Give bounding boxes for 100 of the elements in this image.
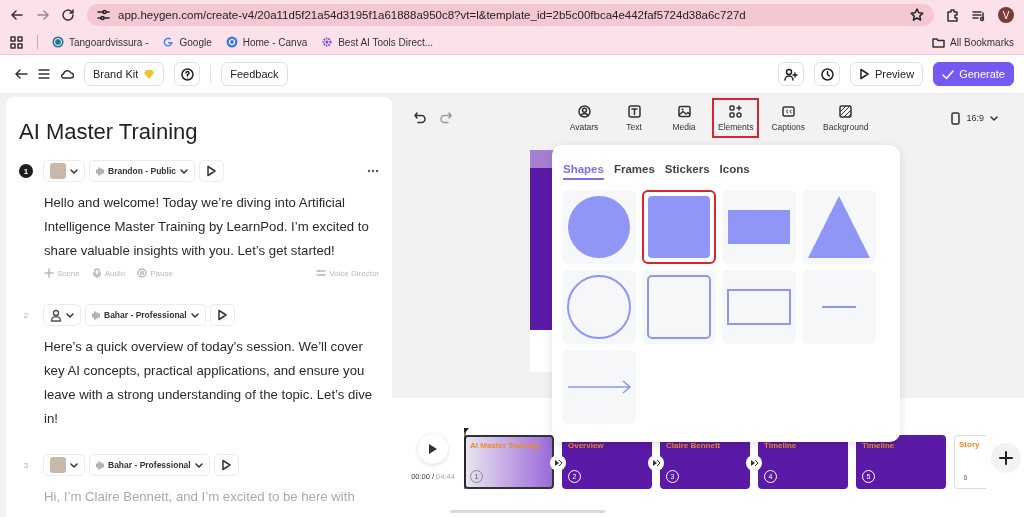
play-scene-button[interactable] [209, 304, 235, 326]
back-icon[interactable] [10, 9, 24, 21]
filled-square-icon [647, 195, 711, 259]
bookmark-link[interactable]: Tangoardvissura - [52, 36, 149, 48]
chevron-down-icon [70, 168, 78, 174]
back-arrow-icon[interactable] [14, 68, 28, 80]
bookmarks-folder[interactable]: All Bookmarks [932, 36, 1014, 48]
scene-number: 1 [19, 164, 33, 178]
preview-button[interactable]: Preview [850, 62, 924, 86]
play-icon [859, 68, 870, 80]
invite-button[interactable] [778, 62, 804, 86]
rectangle-outline-icon [727, 289, 791, 325]
play-scene-button[interactable] [199, 160, 224, 182]
filled-circle-icon [567, 195, 631, 259]
shapes-icon [729, 104, 743, 118]
chevron-down-icon [990, 115, 998, 121]
scene-number: 3 [22, 459, 30, 472]
apps-icon[interactable] [10, 35, 23, 49]
gear-icon [321, 36, 334, 48]
help-icon [180, 67, 194, 81]
thumbnail-title: Timeline [764, 440, 798, 450]
chevron-down-icon [190, 312, 199, 318]
play-icon [216, 309, 228, 321]
captions-icon [781, 104, 795, 118]
panel-tab[interactable]: Icons [719, 163, 750, 180]
history-button[interactable] [814, 62, 840, 86]
reload-icon[interactable] [62, 9, 75, 21]
undo-icon[interactable] [414, 112, 426, 124]
scene-script-text[interactable]: Hello and welcome! Today we’re diving into Artificial Intelligence Master Training by LearnPod. I’m excited to share valuable insights with you. Let’s get started! [44, 191, 373, 263]
bookmark-link[interactable]: Best AI Tools Direct... [321, 36, 434, 48]
extensions-icon[interactable] [946, 8, 960, 22]
star-icon[interactable] [910, 8, 924, 22]
scrollbar-thumb[interactable] [450, 510, 605, 513]
filled-rectangle-icon [727, 209, 791, 245]
sliders-icon [316, 268, 327, 278]
toolbar-tool[interactable]: Background [817, 98, 875, 138]
scene-number: 2 [22, 309, 30, 322]
person-icon [50, 308, 62, 322]
panel-tab[interactable]: Shapes [563, 163, 604, 180]
play-icon [206, 165, 217, 177]
scene-script-text[interactable]: Here’s a quick overview of today’s session. We’ll cover key AI concepts, practical applications, and ensure you leave with a strong understanding of the topic. Let’s dive in! [44, 335, 373, 431]
sound-wave-icon [96, 165, 104, 177]
google-icon [162, 36, 175, 48]
clock-icon [820, 67, 834, 81]
toolbar-tool[interactable]: Captions [765, 98, 811, 138]
hatched-square-icon [839, 104, 853, 118]
brand-kit-button[interactable]: Brand Kit [84, 62, 165, 86]
chevron-down-icon [70, 462, 78, 468]
pause-icon [137, 268, 148, 278]
thumbnail-title: Story [959, 439, 981, 449]
add-person-icon [784, 67, 798, 81]
wordpress-icon [52, 36, 64, 48]
play-icon [220, 459, 232, 471]
toolbar-tool[interactable]: Media [662, 98, 706, 138]
transition-icon [553, 457, 563, 468]
feedback-button[interactable]: Feedback [221, 62, 288, 86]
aspect-ratio-select[interactable]: 16:9 [945, 110, 1004, 126]
image-icon [677, 104, 691, 118]
avatar-picker[interactable] [43, 304, 81, 326]
play-scene-button[interactable] [213, 454, 239, 476]
site-settings-icon[interactable] [97, 9, 110, 21]
arrow-icon [567, 380, 631, 394]
bookmark-link[interactable]: Home - Canva [225, 36, 308, 48]
add-scene-button[interactable] [991, 442, 1021, 473]
shape-option[interactable] [642, 190, 716, 264]
profile-avatar[interactable]: V [998, 7, 1014, 23]
menu-icon[interactable] [38, 68, 50, 80]
panel-tab[interactable]: Stickers [664, 163, 710, 180]
cloud-icon[interactable] [60, 68, 74, 80]
sound-wave-icon [92, 309, 100, 321]
voice-picker[interactable]: Brandon - Public [89, 160, 195, 182]
voice-picker[interactable]: Bahar - Professional [85, 304, 206, 326]
bookmark-link[interactable]: Google [162, 36, 212, 48]
line-icon [822, 306, 856, 308]
avatar-icon [577, 104, 591, 118]
timeline-play-button[interactable] [418, 434, 448, 464]
folder-icon [932, 36, 946, 48]
url-text: app.heygen.com/create-v4/20a11d5f21a54d3195f1a61888a950c8?vt=l&template_id=2b5c00fbca4e442faf5724d38a6c727d [118, 9, 747, 21]
help-button[interactable] [174, 62, 201, 86]
phone-icon [951, 111, 961, 125]
address-bar[interactable]: app.heygen.com/create-v4/20a11d5f21a54d3195f1a61888a950c8?vt=l&template_id=2b5c00fbca4e442faf5724d38a6c727d [87, 4, 934, 26]
generate-button[interactable]: Generate [933, 62, 1014, 86]
transition-icon [749, 457, 759, 468]
thumbnail-title: AI Master Training [470, 440, 541, 450]
toolbar-tool[interactable]: Elements [712, 98, 760, 138]
microphone-icon [91, 268, 102, 278]
script-title: AI Master Training [19, 119, 199, 145]
square-outline-icon [647, 275, 711, 339]
voice-picker[interactable]: Bahar - Professional [89, 454, 210, 476]
toolbar-tool[interactable]: Avatars [562, 98, 606, 138]
thumbnail-title: Timeline [862, 440, 896, 450]
media-controls-icon[interactable] [972, 8, 986, 22]
check-icon [942, 68, 955, 80]
panel-tab[interactable]: Frames [613, 163, 655, 180]
more-icon[interactable] [367, 169, 379, 173]
play-icon [428, 443, 438, 455]
circle-outline-icon [567, 275, 631, 339]
toolbar-tool[interactable]: Text [612, 98, 656, 138]
forward-icon[interactable] [36, 9, 50, 21]
sound-wave-icon [96, 459, 104, 471]
